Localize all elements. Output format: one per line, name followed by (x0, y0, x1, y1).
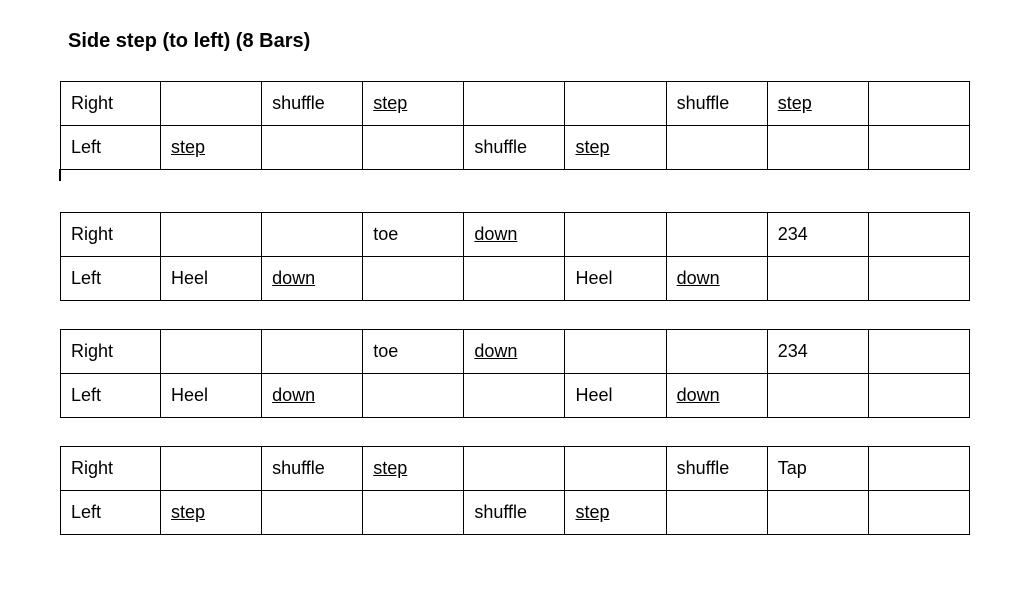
dance-table: Righttoedown234LeftHeeldownHeeldown (60, 329, 970, 418)
step-cell: step (767, 82, 868, 126)
step-cell (160, 213, 261, 257)
step-cell (262, 491, 363, 535)
step-cell (868, 213, 969, 257)
step-cell (160, 330, 261, 374)
step-cell (868, 82, 969, 126)
row-label: Left (61, 374, 161, 418)
table-row: Leftstepshufflestep (61, 491, 970, 535)
step-cell (868, 447, 969, 491)
table-row: LeftHeeldownHeeldown (61, 374, 970, 418)
row-label: Left (61, 126, 161, 170)
step-cell: down (262, 257, 363, 301)
step-cell (565, 213, 666, 257)
dance-blocks: RightshufflestepshufflestepLeftstepshuff… (60, 81, 970, 535)
table-row: LeftHeeldownHeeldown (61, 257, 970, 301)
step-cell (160, 82, 261, 126)
table-row: Rightshufflestepshufflestep (61, 82, 970, 126)
step-cell: Heel (565, 257, 666, 301)
row-label: Left (61, 257, 161, 301)
step-cell (868, 257, 969, 301)
table-row: Right toedown 234 (61, 330, 970, 374)
step-cell: down (262, 374, 363, 418)
step-cell (666, 213, 767, 257)
step-cell: step (565, 126, 666, 170)
dance-block: RightshufflestepshuffleTapLeftstepshuffl… (60, 446, 970, 535)
step-cell (868, 491, 969, 535)
table-row: RightshufflestepshuffleTap (61, 447, 970, 491)
page-title: Side step (to left) (8 Bars) (68, 30, 970, 53)
dance-block: Righttoedown234LeftHeeldownHeeldown (60, 329, 970, 418)
step-cell (262, 126, 363, 170)
step-cell (464, 257, 565, 301)
row-label: Right (61, 330, 161, 374)
step-cell: step (160, 126, 261, 170)
step-cell: shuffle (666, 447, 767, 491)
dance-block: Righttoedown234LeftHeeldownHeeldown (60, 212, 970, 301)
step-cell (464, 82, 565, 126)
step-cell (767, 491, 868, 535)
step-cell (767, 374, 868, 418)
step-cell (363, 257, 464, 301)
step-cell (363, 126, 464, 170)
step-cell: shuffle (464, 491, 565, 535)
step-cell (868, 330, 969, 374)
step-cell: shuffle (262, 82, 363, 126)
step-cell: 234 (767, 213, 868, 257)
step-cell (464, 374, 565, 418)
step-cell: Tap (767, 447, 868, 491)
table-row: Leftstepshufflestep (61, 126, 970, 170)
step-cell: down (464, 213, 565, 257)
dance-table: RightshufflestepshufflestepLeftstepshuff… (60, 81, 970, 170)
step-cell: Heel (160, 374, 261, 418)
step-cell: 234 (767, 330, 868, 374)
step-cell: step (160, 491, 261, 535)
dance-block: RightshufflestepshufflestepLeftstepshuff… (60, 81, 970, 184)
step-cell: toe (363, 330, 464, 374)
step-cell: down (666, 257, 767, 301)
step-cell (160, 447, 261, 491)
step-cell: toe (363, 213, 464, 257)
step-cell: shuffle (464, 126, 565, 170)
step-cell: step (363, 82, 464, 126)
step-cell (363, 491, 464, 535)
row-label: Right (61, 82, 161, 126)
step-cell (868, 374, 969, 418)
step-cell: shuffle (666, 82, 767, 126)
step-cell: Heel (565, 374, 666, 418)
step-cell: step (363, 447, 464, 491)
step-cell: down (464, 330, 565, 374)
dance-table: Righttoedown234LeftHeeldownHeeldown (60, 212, 970, 301)
step-cell (565, 330, 666, 374)
step-cell (666, 330, 767, 374)
step-cell: down (666, 374, 767, 418)
tick-mark (60, 170, 970, 184)
step-cell (666, 491, 767, 535)
dance-table: RightshufflestepshuffleTapLeftstepshuffl… (60, 446, 970, 535)
row-label: Right (61, 213, 161, 257)
row-label: Right (61, 447, 161, 491)
step-cell (565, 447, 666, 491)
step-cell (464, 447, 565, 491)
step-cell (363, 374, 464, 418)
step-cell: step (565, 491, 666, 535)
step-cell: Heel (160, 257, 261, 301)
step-cell (767, 126, 868, 170)
step-cell (666, 126, 767, 170)
step-cell (767, 257, 868, 301)
table-row: Right toedown 234 (61, 213, 970, 257)
row-label: Left (61, 491, 161, 535)
step-cell (262, 213, 363, 257)
step-cell (868, 126, 969, 170)
step-cell: shuffle (262, 447, 363, 491)
step-cell (262, 330, 363, 374)
step-cell (565, 82, 666, 126)
